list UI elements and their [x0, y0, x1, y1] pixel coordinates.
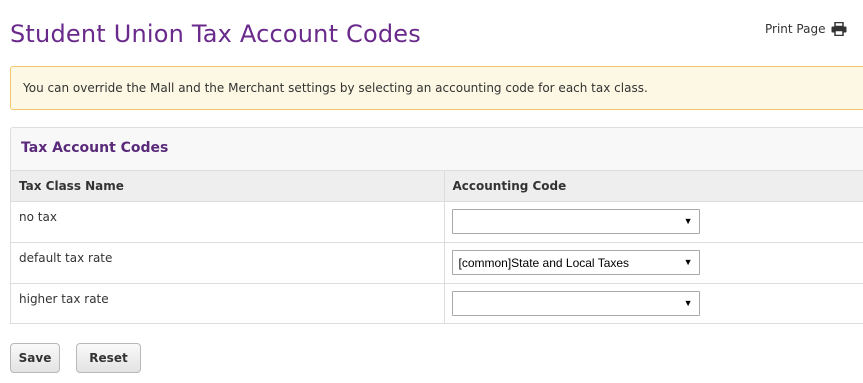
info-notice: You can override the Mall and the Mercha… [10, 66, 863, 110]
dropdown-arrow-icon: ▼ [683, 297, 693, 308]
accounting-code-select[interactable]: ▼ [451, 290, 700, 316]
info-notice-text: You can override the Mall and the Mercha… [23, 81, 648, 95]
column-header-accounting-code: Accounting Code [444, 171, 863, 202]
accounting-code-cell: [common]State and Local Taxes ▼ [444, 242, 863, 284]
accounting-code-select[interactable]: ▼ [451, 208, 700, 234]
table-row: no tax ▼ [11, 201, 863, 243]
table-row: default tax rate [common]State and Local… [11, 242, 863, 284]
print-page-label: Print Page [765, 22, 826, 36]
panel-title: Tax Account Codes [11, 128, 863, 171]
reset-button[interactable]: Reset [76, 343, 141, 373]
printer-icon[interactable] [831, 21, 847, 37]
table-header-row: Tax Class Name Accounting Code [11, 171, 863, 202]
print-page-link[interactable]: Print Page [765, 21, 847, 37]
accounting-code-select[interactable]: [common]State and Local Taxes ▼ [451, 249, 700, 275]
page-title: Student Union Tax Account Codes [10, 20, 421, 48]
tax-account-codes-panel: Tax Account Codes Tax Class Name Account… [10, 127, 863, 324]
table-row: higher tax rate ▼ [11, 283, 863, 323]
page: Student Union Tax Account Codes Print Pa… [0, 0, 863, 383]
tax-class-name: higher tax rate [11, 283, 445, 323]
column-header-tax-class-name: Tax Class Name [11, 171, 445, 202]
accounting-code-cell: ▼ [444, 283, 863, 323]
tax-class-name: default tax rate [11, 242, 445, 284]
select-value: [common]State and Local Taxes [458, 255, 630, 270]
dropdown-arrow-icon: ▼ [683, 215, 693, 226]
tax-codes-table: Tax Class Name Accounting Code no tax ▼ … [11, 171, 863, 323]
accounting-code-cell: ▼ [444, 201, 863, 243]
save-button[interactable]: Save [10, 343, 60, 373]
tax-class-name: no tax [11, 201, 445, 243]
dropdown-arrow-icon: ▼ [683, 256, 693, 267]
